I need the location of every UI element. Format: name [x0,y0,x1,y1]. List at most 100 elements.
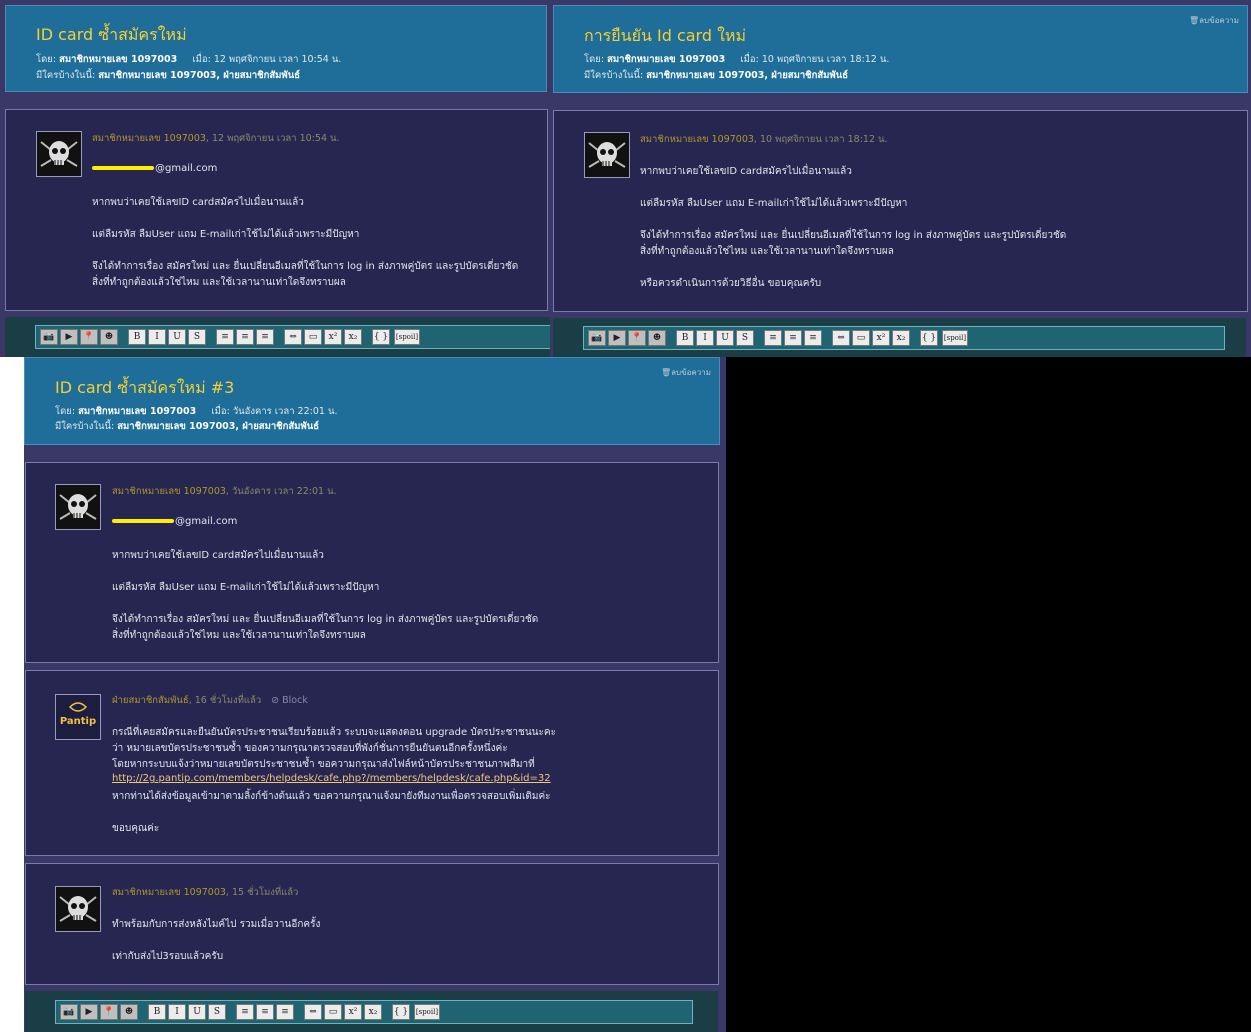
video-button[interactable]: ▶ [608,330,626,346]
post-text-line: จึงได้ทำการเรื่อง สมัครใหม่ และ ยื่นเปลี… [92,261,519,272]
italic-button[interactable]: I [696,330,714,346]
topic-title[interactable]: ID card ซ้ำสมัครใหม่ #3 [55,376,234,401]
emoji-button[interactable]: ☻ [648,330,666,346]
emoji-button[interactable]: ☻ [100,329,118,345]
italic-button[interactable]: I [168,1004,186,1020]
map-pin-button[interactable]: 📍 [628,330,646,346]
bold-button[interactable]: B [128,329,146,345]
strike-button[interactable]: S [736,330,754,346]
code-button[interactable]: { } [920,330,938,346]
topic-participants: มีใครบ้างในนี้: สมาชิกหมายเลข 1097003, ฝ… [584,70,848,81]
author-link[interactable]: สมาชิกหมายเลข 1097003 [607,54,725,65]
post: สมาชิกหมายเลข 1097003, วันอังคาร เวลา 22… [25,462,719,663]
spoiler-button[interactable]: [spoil] [942,330,968,346]
align-center-button[interactable]: ≡ [236,329,254,345]
email-line: @gmail.com [92,163,217,174]
post-text-line: หากพบว่าเคยใช้เลขID cardสมัครไปเมื่อนานแ… [112,550,324,561]
bold-button[interactable]: B [676,330,694,346]
map-pin-button[interactable]: 📍 [100,1004,118,1020]
bold-button[interactable]: B [148,1004,166,1020]
superscript-button[interactable]: x² [872,330,890,346]
topic-date: 10 พฤศจิกายน เวลา 18:12 น. [761,54,890,65]
block-button[interactable]: ⊘ Block [271,695,308,706]
video-button[interactable]: ▶ [80,1004,98,1020]
helpdesk-link[interactable]: http://2g.pantip.com/members/helpdesk/ca… [112,773,551,784]
post-author[interactable]: สมาชิกหมายเลข 1097003 [112,486,226,497]
post-text-line: จึงได้ทำการเรื่อง สมัครใหม่ และ ยื่นเปลี… [640,230,1067,241]
subscript-button[interactable]: x₂ [344,329,362,345]
redaction-mark [112,519,174,523]
align-center-button[interactable]: ≡ [256,1004,274,1020]
subscript-button[interactable]: x₂ [364,1004,382,1020]
post-header: สมาชิกหมายเลข 1097003, 15 ชั่วโมงที่แล้ว [112,887,299,898]
post-text-line: สิ่งที่ทำถูกต้องแล้วใช่ไหม และใช้เวลานาน… [112,630,366,641]
topic-date: วันอังคาร เวลา 22:01 น. [232,406,338,417]
photo-button[interactable]: 📷 [60,1004,78,1020]
link-button[interactable]: ⇔ [304,1004,322,1020]
reply-post: สมาชิกหมายเลข 1097003, 15 ชั่วโมงที่แล้ว… [25,863,719,985]
editor-area: 📷 ▶ 📍 ☻ B I U S ≡ ≡ ≡ ⇔ ▭ x² x₂{ } [spoil] [553,318,1246,357]
spoiler-button[interactable]: [spoil] [414,1004,440,1020]
topic-author-line: โดย: สมาชิกหมายเลข 1097003 เมื่อ: วันอัง… [55,406,338,417]
code-button[interactable]: { } [392,1004,410,1020]
hr-button[interactable]: ▭ [324,1004,342,1020]
underline-button[interactable]: U [168,329,186,345]
post-text-line: โดยหากระบบแจ้งว่าหมายเลขบัตรประชาชนซ้ำ ข… [112,759,535,770]
align-left-button[interactable]: ≡ [216,329,234,345]
topic-panel-3: 🗑ลบข้อความ ID card ซ้ำสมัครใหม่ #3 โดย: … [24,357,726,1032]
hr-button[interactable]: ▭ [852,330,870,346]
link-button[interactable]: ⇔ [284,329,302,345]
topic-panel-2: 🗑ลบข้อความ การยืนยัน Id card ใหม่ โดย: ส… [550,0,1251,357]
delete-message-link[interactable]: 🗑ลบข้อความ [1189,14,1239,27]
align-right-button[interactable]: ≡ [256,329,274,345]
author-link[interactable]: สมาชิกหมายเลข 1097003 [78,406,196,417]
post-author[interactable]: ฝ่ายสมาชิกสัมพันธ์ [112,695,189,706]
topic-panel-1: ID card ซ้ำสมัครใหม่ โดย: สมาชิกหมายเลข … [0,0,550,357]
strike-button[interactable]: S [188,329,206,345]
post-header: สมาชิกหมายเลข 1097003, 10 พฤศจิกายน เวลา… [640,134,888,145]
avatar[interactable] [36,131,82,177]
avatar[interactable] [55,886,101,932]
skull-avatar-icon [56,887,100,931]
avatar[interactable] [584,132,630,178]
align-center-button[interactable]: ≡ [784,330,802,346]
superscript-button[interactable]: x² [324,329,342,345]
post-header: สมาชิกหมายเลข 1097003, 12 พฤศจิกายน เวลา… [92,133,340,144]
video-button[interactable]: ▶ [60,329,78,345]
post-text-line: สิ่งที่ทำถูกต้องแล้วใช่ไหม และใช้เวลานาน… [92,277,346,288]
spoiler-button[interactable]: [spoil] [394,329,420,345]
align-left-button[interactable]: ≡ [764,330,782,346]
underline-button[interactable]: U [716,330,734,346]
align-right-button[interactable]: ≡ [276,1004,294,1020]
redaction-mark [92,166,154,170]
post-author[interactable]: สมาชิกหมายเลข 1097003 [640,134,754,145]
underline-button[interactable]: U [188,1004,206,1020]
code-button[interactable]: { } [372,329,390,345]
editor-toolbar: 📷 ▶ 📍 ☻ B I U S ≡ ≡ ≡ ⇔ ▭ x² x₂{ } [spoil] [583,326,1225,350]
post-text-line: ทำพร้อมกับการส่งหลังไมค์ไป รวมเมื่อวานอี… [112,919,321,930]
hr-button[interactable]: ▭ [304,329,322,345]
topic-title[interactable]: ID card ซ้ำสมัครใหม่ [36,23,187,48]
topic-title[interactable]: การยืนยัน Id card ใหม่ [584,24,746,49]
photo-button[interactable]: 📷 [588,330,606,346]
map-pin-button[interactable]: 📍 [80,329,98,345]
italic-button[interactable]: I [148,329,166,345]
topic-header: 🗑ลบข้อความ ID card ซ้ำสมัครใหม่ #3 โดย: … [24,357,720,445]
post-author[interactable]: สมาชิกหมายเลข 1097003 [92,133,206,144]
photo-button[interactable]: 📷 [40,329,58,345]
align-left-button[interactable]: ≡ [236,1004,254,1020]
post-header: สมาชิกหมายเลข 1097003, วันอังคาร เวลา 22… [112,486,337,497]
superscript-button[interactable]: x² [344,1004,362,1020]
topic-header: 🗑ลบข้อความ การยืนยัน Id card ใหม่ โดย: ส… [553,5,1248,93]
avatar[interactable] [55,484,101,530]
align-right-button[interactable]: ≡ [804,330,822,346]
strike-button[interactable]: S [208,1004,226,1020]
skull-avatar-icon [37,132,81,176]
pantip-logo-avatar[interactable]: Pantip [55,694,101,740]
subscript-button[interactable]: x₂ [892,330,910,346]
link-button[interactable]: ⇔ [832,330,850,346]
post-author[interactable]: สมาชิกหมายเลข 1097003 [112,887,226,898]
delete-message-link[interactable]: 🗑ลบข้อความ [661,366,711,379]
author-link[interactable]: สมาชิกหมายเลข 1097003 [59,54,177,65]
emoji-button[interactable]: ☻ [120,1004,138,1020]
